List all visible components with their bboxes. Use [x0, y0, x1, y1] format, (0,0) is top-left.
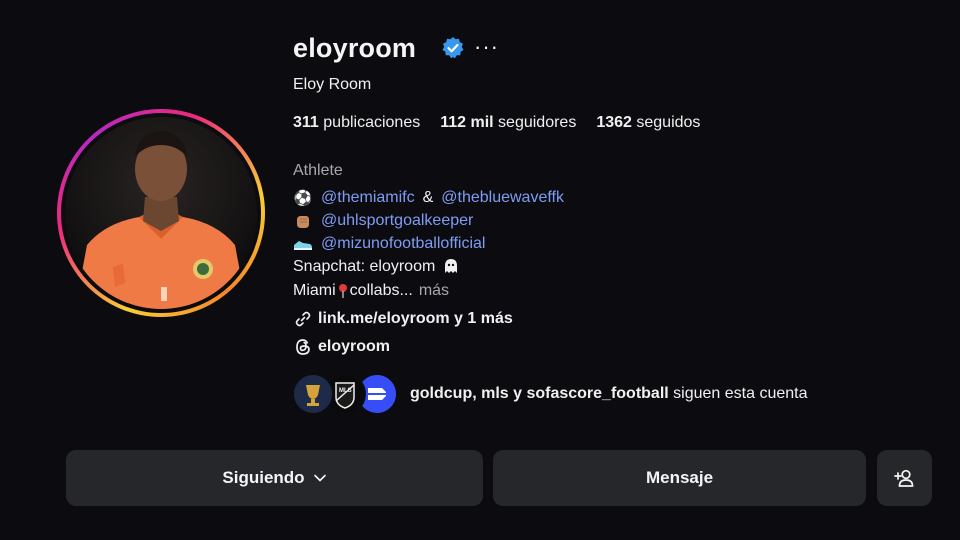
bio-line-sponsor-boots: @mizunofootballofficial	[293, 235, 485, 253]
sneaker-icon	[293, 235, 313, 253]
message-button[interactable]: Mensaje	[493, 450, 866, 506]
profile-avatar	[65, 117, 257, 309]
link-icon	[293, 310, 313, 328]
mention-mizunofootballofficial[interactable]: @mizunofootballofficial	[321, 235, 485, 253]
followed-by-suffix: siguen esta cuenta	[673, 385, 808, 402]
external-link-text[interactable]: link.me/eloyroom y 1 más	[318, 310, 513, 328]
location-text: Miami	[293, 282, 336, 299]
threads-link[interactable]: eloyroom	[293, 338, 390, 356]
pin-icon	[336, 282, 350, 300]
followed-by-row[interactable]: MLS goldcup, mls y sofascore_football si…	[292, 373, 808, 415]
bio-line-snapchat: Snapchat: eloyroom	[293, 258, 461, 276]
mention-uhlsportgoalkeeper[interactable]: @uhlsportgoalkeeper	[321, 212, 473, 230]
threads-username[interactable]: eloyroom	[318, 338, 390, 356]
add-person-icon	[893, 469, 913, 487]
ghost-icon	[441, 258, 461, 276]
following-count: 1362	[596, 114, 632, 131]
posts-count: 311	[293, 114, 319, 131]
bio-separator: &	[422, 189, 434, 206]
followed-by-text: goldcup, mls y sofascore_football siguen…	[410, 385, 808, 403]
profile-category: Athlete	[293, 162, 343, 179]
mention-thebluewaveffk[interactable]: @thebluewaveffk	[441, 189, 564, 207]
threads-icon	[293, 338, 313, 356]
following-label: seguidos	[636, 114, 701, 131]
profile-full-name: Eloy Room	[293, 76, 372, 93]
profile-stats: 311 publicaciones 112 mil seguidores 136…	[293, 114, 700, 132]
bio-line-sponsor-gloves: @uhlsportgoalkeeper	[293, 212, 473, 230]
soccer-ball-icon: ⚽	[293, 190, 313, 207]
avatar-gap	[61, 113, 261, 313]
bio-external-link[interactable]: link.me/eloyroom y 1 más	[293, 310, 513, 328]
suggest-people-button[interactable]	[877, 450, 932, 506]
follower-avatar-goldcup	[292, 373, 334, 415]
bio-line-location: Miami collabs... más	[293, 282, 449, 300]
fist-icon	[293, 212, 313, 230]
collabs-text: collabs...	[349, 282, 413, 299]
profile-avatar-ring[interactable]	[57, 109, 265, 317]
verified-badge-icon	[442, 37, 464, 59]
followed-by-accounts: goldcup, mls y sofascore_football	[410, 385, 669, 402]
stat-posts: 311 publicaciones	[293, 114, 420, 132]
posts-label: publicaciones	[323, 114, 421, 131]
following-button-label: Siguiendo	[222, 468, 305, 487]
snapchat-text: Snapchat: eloyroom	[293, 258, 436, 275]
more-options-button[interactable]: ···	[474, 34, 499, 60]
svg-text:MLS: MLS	[339, 388, 352, 394]
stat-followers[interactable]: 112 mil seguidores	[440, 114, 576, 132]
mention-themiamifc[interactable]: @themiamifc	[321, 189, 415, 207]
following-button[interactable]: Siguiendo	[66, 450, 483, 506]
followers-label: seguidores	[498, 114, 577, 131]
bio-more-link[interactable]: más	[419, 282, 449, 300]
followers-count: 112 mil	[440, 114, 494, 131]
avatar-portrait	[65, 117, 257, 309]
chevron-down-icon	[313, 474, 326, 482]
profile-username: eloyroom	[293, 33, 417, 63]
stat-following[interactable]: 1362 seguidos	[596, 114, 700, 132]
bio-line-clubs: ⚽ @themiamifc & @thebluewaveffk	[293, 189, 564, 207]
message-button-label: Mensaje	[645, 468, 714, 487]
